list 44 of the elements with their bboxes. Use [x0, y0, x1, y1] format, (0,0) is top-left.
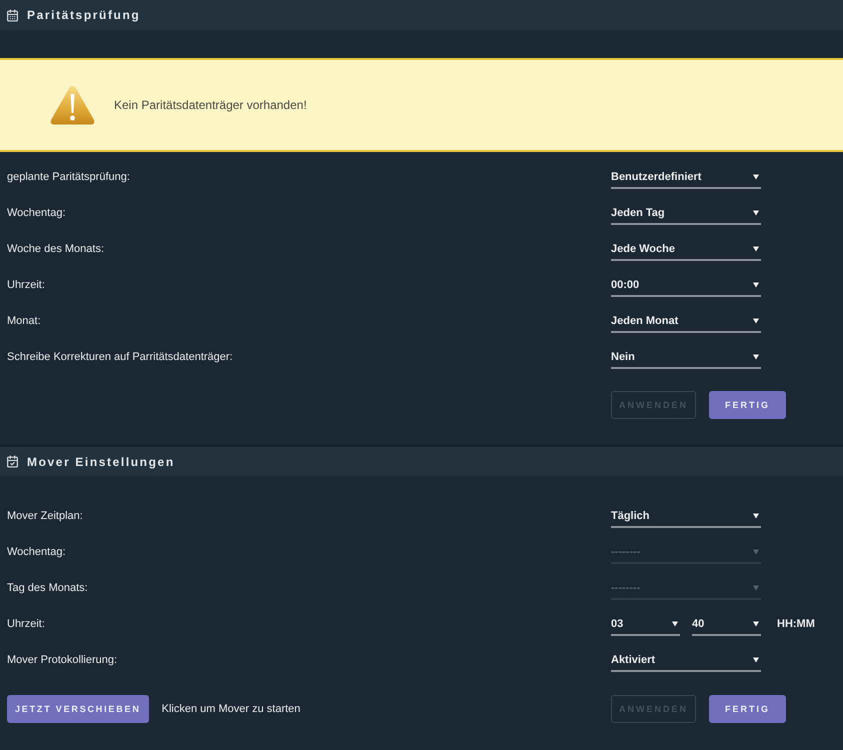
field-label: Mover Zeitplan:: [7, 510, 83, 522]
caret-icon: [753, 354, 759, 360]
unit-label: HH:MM: [777, 618, 815, 630]
caret-icon: [753, 246, 759, 252]
done-button[interactable]: FERTIG: [709, 695, 786, 723]
field-label: Schreibe Korrekturen auf Parritätsdatenträger:: [7, 351, 233, 363]
caret-icon: [753, 174, 759, 180]
section-title: Paritätsprüfung: [27, 8, 140, 22]
caret-icon: [672, 621, 678, 627]
dropdown[interactable]: Täglich: [611, 504, 761, 528]
field-label: Mover Protokollierung:: [7, 654, 118, 666]
done-button[interactable]: FERTIG: [709, 391, 786, 419]
caret-icon: [753, 549, 759, 555]
dropdown[interactable]: 40: [692, 612, 761, 636]
field-label: geplante Paritätsprüfung:: [7, 171, 130, 183]
caret-icon: [753, 282, 759, 288]
dropdown[interactable]: Aktiviert: [611, 648, 761, 672]
dropdown[interactable]: 03: [611, 612, 680, 636]
dropdown[interactable]: Benutzerdefiniert: [611, 165, 761, 189]
dropdown[interactable]: Jeden Tag: [611, 201, 761, 225]
field-label: Tag des Monats:: [7, 582, 88, 594]
dropdown[interactable]: Jeden Monat: [611, 309, 761, 333]
calendar-icon: [6, 8, 19, 22]
caret-icon: [753, 657, 759, 663]
field-label: Uhrzeit:: [7, 618, 45, 630]
field-label: Wochentag:: [7, 207, 66, 219]
dropdown[interactable]: Nein: [611, 345, 761, 369]
field-label: Uhrzeit:: [7, 279, 45, 291]
dropdown[interactable]: 00:00: [611, 273, 761, 297]
caret-icon: [753, 318, 759, 324]
dropdown[interactable]: Jede Woche: [611, 237, 761, 261]
caret-icon: [753, 585, 759, 591]
field-label: Woche des Monats:: [7, 243, 104, 255]
field-label: Monat:: [7, 315, 41, 327]
section-title: Mover Einstellungen: [27, 454, 175, 468]
caret-icon: [753, 210, 759, 216]
caret-icon: [753, 513, 759, 519]
calendar-check-icon: [6, 455, 19, 468]
hint-text: Klicken um Mover zu starten: [162, 703, 300, 715]
alert-text: Kein Paritätsdatenträger vorhanden!: [114, 98, 307, 112]
field-label: Wochentag:: [7, 546, 66, 558]
warning-icon: [50, 85, 95, 125]
caret-icon: [753, 621, 759, 627]
move-now-button[interactable]: JETZT VERSCHIEBEN: [7, 695, 149, 723]
